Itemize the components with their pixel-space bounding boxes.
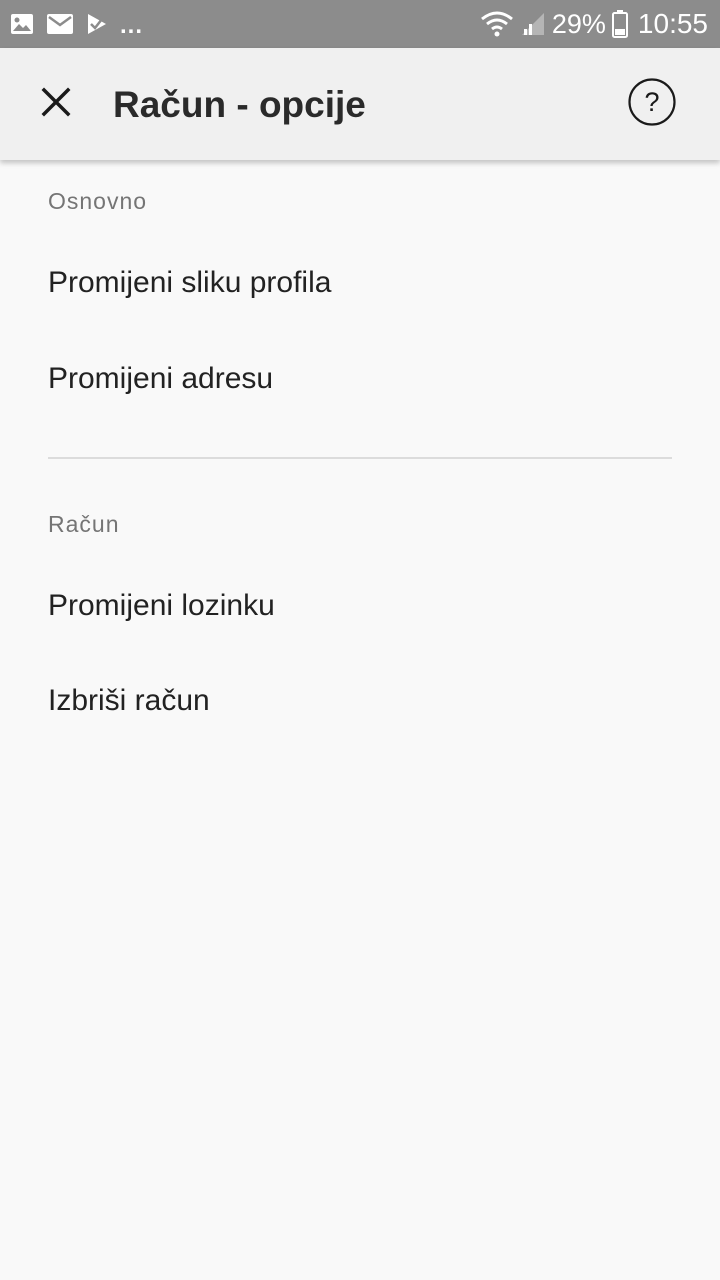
image-icon (10, 13, 34, 35)
check-app-icon (86, 12, 108, 36)
status-bar: ... 29% 10:55 (0, 0, 720, 48)
signal-icon (520, 11, 546, 37)
delete-account-item[interactable]: Izbriši račun (0, 653, 720, 749)
change-address-item[interactable]: Promijeni adresu (0, 331, 720, 427)
close-icon (40, 86, 72, 123)
clock: 10:55 (637, 8, 708, 39)
close-button[interactable] (26, 76, 86, 132)
app-bar: Račun - opcije ? (0, 48, 720, 160)
wifi-icon (480, 10, 514, 38)
section-divider (48, 457, 672, 459)
more-notifications: ... (120, 12, 144, 39)
page-title: Račun - opcije (113, 84, 366, 125)
change-profile-picture-item[interactable]: Promijeni sliku profila (0, 235, 720, 331)
notification-area: ... (10, 0, 143, 48)
help-button[interactable]: ? (622, 76, 682, 132)
system-indicators: 29% 10:55 (480, 0, 708, 48)
change-password-item[interactable]: Promijeni lozinku (0, 558, 720, 654)
battery-percent: 29% (551, 8, 606, 39)
section-header-racun: Račun (48, 511, 120, 537)
mail-icon (46, 13, 74, 35)
help-icon: ? (627, 77, 677, 132)
section-header-osnovno: Osnovno (48, 188, 148, 214)
battery-icon (611, 10, 628, 38)
svg-text:?: ? (644, 87, 659, 117)
